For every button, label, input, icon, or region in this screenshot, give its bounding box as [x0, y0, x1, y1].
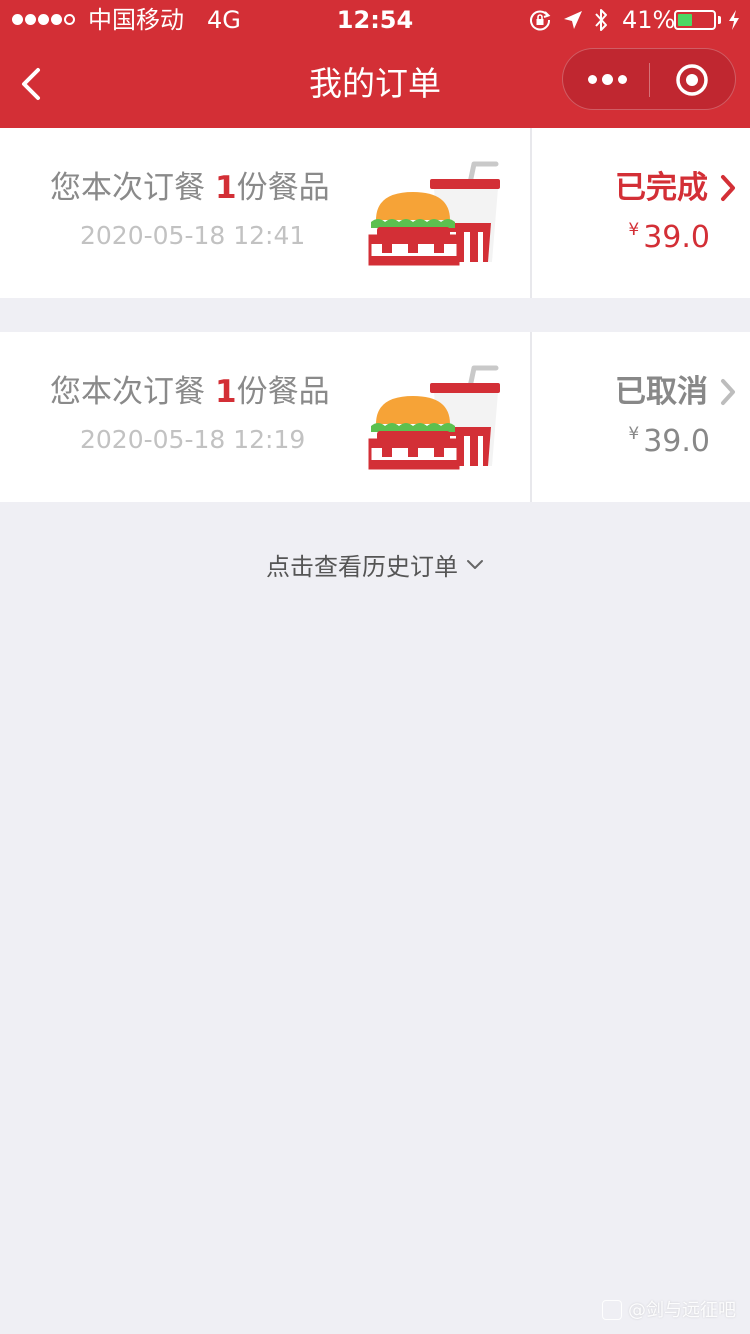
target-circle-icon: [676, 64, 708, 96]
currency-symbol: ¥: [628, 220, 640, 240]
watermark-text: @剑与远征吧: [628, 1300, 736, 1321]
currency-symbol: ¥: [628, 424, 640, 444]
order-card[interactable]: 您本次订餐 1份餐品 2020-05-18 12:41 已完成 ¥ 39.0: [0, 128, 750, 298]
bluetooth-icon: [595, 9, 607, 31]
order-summary-suffix: 份餐品: [236, 374, 330, 410]
order-summary-prefix: 您本次订餐: [50, 374, 205, 410]
order-status: 已完成: [615, 170, 708, 206]
chevron-right-icon: [721, 379, 735, 405]
watermark: @剑与远征吧: [602, 1298, 736, 1324]
order-summary: 您本次订餐 1份餐品: [50, 168, 330, 208]
order-quantity: 1: [215, 170, 237, 206]
view-history-orders-button[interactable]: 点击查看历史订单: [0, 549, 750, 589]
order-summary: 您本次订餐 1份餐品: [50, 372, 330, 412]
order-card[interactable]: 您本次订餐 1份餐品 2020-05-18 12:19 已取消 ¥ 39.0: [0, 332, 750, 502]
order-datetime: 2020-05-18 12:41: [80, 221, 306, 250]
more-button[interactable]: [563, 49, 649, 111]
top-bar: 中国移动 4G 12:54 41% 我的订单: [0, 0, 750, 128]
order-status-link[interactable]: 已取消 ¥39.0: [532, 332, 750, 502]
order-amount: 39.0: [643, 220, 710, 255]
history-link-label: 点击查看历史订单: [266, 553, 458, 581]
order-amount: 39.0: [643, 424, 710, 459]
close-button[interactable]: [650, 49, 736, 111]
order-price: ¥39.0: [628, 422, 710, 462]
order-summary-suffix: 份餐品: [236, 170, 330, 206]
mini-program-capsule: [562, 48, 736, 110]
navigation-bar: 我的订单: [0, 40, 750, 128]
battery-percent: 41%: [622, 6, 676, 34]
burger-and-drink-icon: [368, 365, 500, 470]
charging-bolt-icon: [729, 10, 739, 30]
order-quantity: 1: [215, 374, 237, 410]
order-status: 已取消: [615, 374, 708, 410]
battery-level: [678, 14, 692, 26]
order-status-link[interactable]: 已完成 ¥39.0: [532, 128, 750, 298]
chevron-down-icon: [467, 560, 483, 569]
order-price: ¥39.0: [628, 218, 710, 258]
orientation-lock-icon: [530, 10, 551, 31]
battery-icon: [674, 10, 716, 30]
chevron-right-icon: [721, 175, 735, 201]
burger-and-drink-icon: [368, 161, 500, 266]
order-summary-prefix: 您本次订餐: [50, 170, 205, 206]
order-datetime: 2020-05-18 12:19: [80, 425, 306, 454]
battery-tip: [718, 16, 721, 24]
location-arrow-icon: [564, 11, 582, 29]
watermark-logo-icon: [602, 1300, 622, 1320]
status-bar: 中国移动 4G 12:54 41%: [0, 0, 750, 40]
